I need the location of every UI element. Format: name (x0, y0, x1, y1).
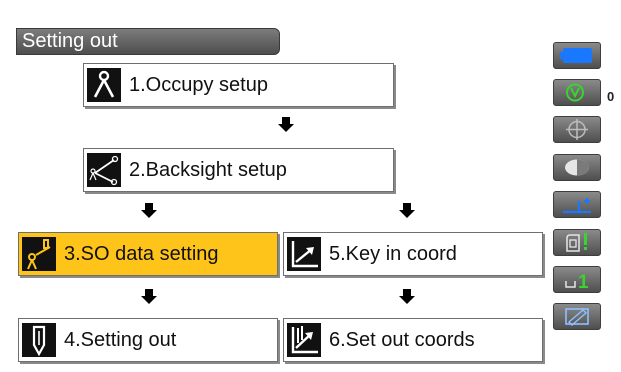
tilt-correction-status[interactable] (553, 191, 601, 218)
screen-title: Setting out (16, 28, 280, 55)
tilt-correction-icon (563, 198, 591, 214)
key-in-coord-label: 5.Key in coord (329, 242, 457, 265)
coordinate-axes-icon (287, 237, 321, 271)
backsight-icon (87, 153, 121, 187)
laser-status[interactable] (553, 154, 601, 181)
pen-input-status[interactable] (553, 303, 601, 330)
battery-icon (560, 48, 592, 63)
key-in-coord-button[interactable]: 5.Key in coord (283, 232, 543, 276)
so-data-setting-label: 3.SO data setting (64, 242, 219, 265)
so-data-icon (22, 237, 56, 271)
prism-target-icon (566, 83, 584, 102)
battery-status[interactable] (553, 42, 601, 69)
pen-icon (565, 308, 589, 326)
setting-out-label: 4.Setting out (64, 328, 177, 351)
setting-out-screen: Setting out 1.Occupy setup 2.Backsight s… (0, 0, 621, 372)
tilt-status[interactable] (553, 116, 601, 143)
prism-constant-value: 0 (607, 89, 615, 104)
setting-out-button[interactable]: 4.Setting out (18, 318, 278, 362)
input-mode-number-status[interactable]: 1 (553, 266, 601, 293)
set-out-coords-icon (287, 323, 321, 357)
input-mode-value: 1 (578, 272, 589, 291)
input-mode-icon (566, 233, 587, 252)
tilt-crosshair-icon (566, 119, 588, 140)
backsight-setup-label: 2.Backsight setup (129, 158, 287, 181)
occupy-setup-label: 1.Occupy setup (129, 73, 268, 96)
occupy-setup-button[interactable]: 1.Occupy setup (83, 63, 394, 107)
laser-pointer-icon (565, 159, 589, 176)
set-out-coords-button[interactable]: 6.Set out coords (283, 318, 543, 362)
prism-target-status[interactable] (553, 79, 601, 106)
input-mode-number-icon: 1 (565, 272, 589, 291)
backsight-setup-button[interactable]: 2.Backsight setup (83, 148, 394, 192)
prism-pole-icon (22, 323, 56, 357)
input-mode-status[interactable] (553, 229, 601, 256)
set-out-coords-label: 6.Set out coords (329, 328, 475, 351)
tripod-icon (87, 68, 121, 102)
so-data-setting-button[interactable]: 3.SO data setting (18, 232, 278, 276)
